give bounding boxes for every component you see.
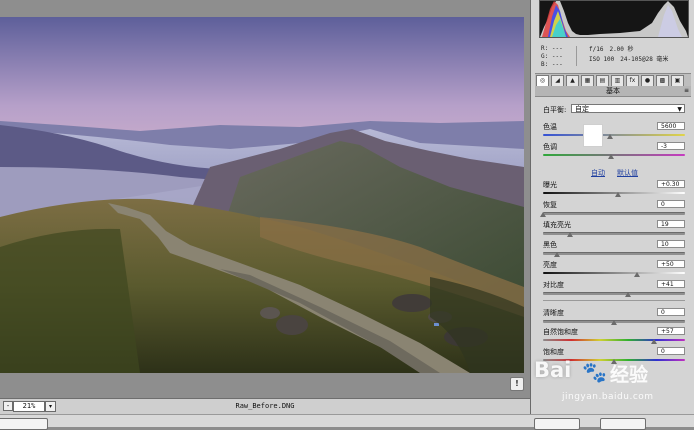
footer-cancel-button[interactable] <box>600 418 646 430</box>
clarity-input[interactable]: 0 <box>657 308 685 316</box>
panel-title: 基本 ≡ <box>535 86 691 97</box>
tint-label: 色调 <box>543 143 557 151</box>
white-balance-select[interactable]: 自定 ▼ <box>571 104 685 113</box>
contrast-slider-track[interactable] <box>543 292 685 295</box>
white-balance-label: 白平衡: <box>543 106 567 114</box>
workflow-options-link[interactable] <box>210 419 450 425</box>
rgb-readout: R: --- G: --- B: --- <box>541 45 563 69</box>
blacks-slider-thumb[interactable] <box>554 252 561 257</box>
exposure-slider-thumb[interactable] <box>615 192 622 197</box>
g-value: --- <box>551 53 563 60</box>
vibrance-label: 自然饱和度 <box>543 328 578 336</box>
footer-left-button[interactable] <box>0 418 48 430</box>
footer-strip <box>0 414 694 430</box>
vibrance-input[interactable]: +57 <box>657 327 685 335</box>
default-button[interactable]: 默认值 <box>617 168 638 178</box>
footer-open-button[interactable] <box>534 418 580 430</box>
section-divider <box>543 300 685 301</box>
preview-status-bar: - 21% ▾ Raw_Before.DNG <box>0 398 530 414</box>
adjustment-panel: R: --- G: --- B: --- f/16 2.00 秒 ISO 100 2… <box>530 0 694 414</box>
tool-tabs: ◎ ◢ ▲ ▦ ▤ ▥ fx ● ▩ ▣ <box>535 73 691 87</box>
iso-value: ISO 100 <box>589 56 615 63</box>
saturation-input[interactable]: 0 <box>657 347 685 355</box>
readout-divider <box>576 46 577 66</box>
cursor-highlight-box <box>583 124 603 147</box>
watermark-url: jingyan.baidu.com <box>562 392 654 402</box>
contrast-label: 对比度 <box>543 281 564 289</box>
image-preview-pane: ! <box>0 0 530 398</box>
panel-title-text: 基本 <box>606 87 620 95</box>
blacks-label: 黑色 <box>543 241 557 249</box>
histogram <box>539 0 689 38</box>
watermark-jingyan: 经验 <box>610 364 649 386</box>
fill-light-slider-thumb[interactable] <box>566 232 573 237</box>
fill-light-slider-track[interactable] <box>543 232 685 235</box>
paw-icon: 🐾 <box>582 360 607 384</box>
fill-light-label: 填充亮光 <box>543 221 571 229</box>
blacks-slider-track[interactable] <box>543 252 685 255</box>
camera-info: f/16 2.00 秒 ISO 100 24-105@28 毫米 <box>589 45 674 65</box>
warning-icon[interactable]: ! <box>510 377 524 391</box>
tint-slider-thumb[interactable] <box>608 154 615 159</box>
brightness-slider-thumb[interactable] <box>633 272 640 277</box>
g-label: G: <box>541 53 549 60</box>
aperture-value: f/16 <box>589 46 604 53</box>
temperature-label: 色温 <box>543 123 557 131</box>
vibrance-slider-thumb[interactable] <box>650 339 657 344</box>
brightness-slider-track[interactable] <box>543 272 685 274</box>
panel-menu-icon[interactable]: ≡ <box>684 86 689 96</box>
b-value: --- <box>551 61 563 68</box>
filename-label: Raw_Before.DNG <box>235 402 295 410</box>
r-value: --- <box>551 45 563 52</box>
baidu-jingyan-watermark: Bai 🐾 经验 jingyan.baidu.com <box>532 358 692 410</box>
watermark-brand: Bai <box>534 358 572 382</box>
exposure-slider-track[interactable] <box>543 192 685 194</box>
chevron-down-icon: ▼ <box>677 106 682 113</box>
brightness-input[interactable]: +50 <box>657 260 685 268</box>
white-balance-value: 自定 <box>575 105 589 113</box>
fill-light-input[interactable]: 19 <box>657 220 685 228</box>
brightness-label: 亮度 <box>543 261 557 269</box>
blacks-input[interactable]: 10 <box>657 240 685 248</box>
recovery-slider-thumb[interactable] <box>540 212 546 217</box>
temperature-input[interactable]: 5600 <box>657 122 685 130</box>
auto-button[interactable]: 自动 <box>591 168 605 178</box>
recovery-slider-track[interactable] <box>543 212 685 215</box>
temperature-slider-track[interactable] <box>543 134 685 136</box>
exposure-input[interactable]: +0.30 <box>657 180 685 188</box>
contrast-input[interactable]: +41 <box>657 280 685 288</box>
clarity-label: 清晰度 <box>543 309 564 317</box>
landscape-photo[interactable] <box>0 17 524 373</box>
tint-input[interactable]: -3 <box>657 142 685 150</box>
exposure-label: 曝光 <box>543 181 557 189</box>
r-label: R: <box>541 45 549 52</box>
contrast-slider-thumb[interactable] <box>625 292 632 297</box>
recovery-input[interactable]: 0 <box>657 200 685 208</box>
recovery-label: 恢复 <box>543 201 557 209</box>
shutter-value: 2.00 秒 <box>609 46 634 53</box>
b-label: B: <box>541 61 549 68</box>
clarity-slider-thumb[interactable] <box>611 320 617 325</box>
vibrance-slider-track[interactable] <box>543 339 685 341</box>
saturation-label: 饱和度 <box>543 348 564 356</box>
focal-length-value: 24-105@28 毫米 <box>620 56 669 63</box>
temperature-slider-thumb[interactable] <box>606 134 613 139</box>
